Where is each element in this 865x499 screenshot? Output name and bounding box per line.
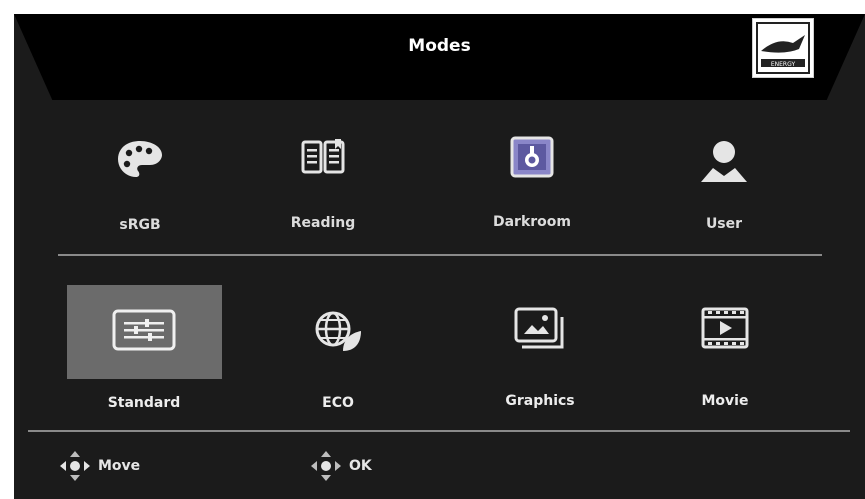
mode-label: User	[705, 216, 743, 232]
mode-user[interactable]: User	[644, 138, 804, 248]
svg-text:ENERGY: ENERGY	[771, 61, 796, 68]
mode-label: Movie	[701, 393, 749, 409]
mode-reading[interactable]: Reading	[243, 137, 403, 247]
book-icon	[300, 137, 346, 181]
mode-srgb[interactable]: sRGB	[60, 139, 220, 249]
move-label: Move	[98, 458, 141, 474]
picture-icon	[514, 307, 566, 355]
darkroom-icon	[510, 136, 554, 182]
mode-darkroom[interactable]: Darkroom	[452, 136, 612, 246]
mode-label: sRGB	[119, 217, 161, 233]
mode-movie[interactable]: Movie	[645, 307, 805, 417]
mode-standard[interactable]: Standard	[64, 309, 224, 419]
header-bar	[14, 14, 865, 100]
palette-icon	[116, 139, 164, 183]
sliders-icon	[112, 309, 176, 355]
mode-eco[interactable]: ECO	[258, 309, 418, 419]
osd-menu: Modes ENERGY sRGB Reading Darkroom User …	[14, 14, 865, 499]
mode-graphics[interactable]: Graphics	[460, 307, 620, 417]
mode-label: Standard	[107, 395, 181, 411]
user-icon	[699, 138, 749, 188]
eco-globe-icon	[313, 309, 363, 357]
film-icon	[701, 307, 749, 353]
ok-hint: OK	[311, 451, 372, 481]
mode-label: Reading	[290, 215, 356, 231]
move-hint: Move	[60, 451, 140, 481]
energy-star-icon: ENERGY	[752, 18, 814, 78]
separator-line	[58, 254, 822, 256]
mode-label: ECO	[322, 395, 354, 411]
ok-label: OK	[349, 458, 372, 474]
page-title: Modes	[408, 36, 471, 56]
joystick-ok-icon	[311, 451, 341, 481]
mode-label: Graphics	[505, 393, 575, 409]
separator-line	[28, 430, 850, 432]
mode-label: Darkroom	[492, 214, 571, 230]
joystick-move-icon	[60, 451, 90, 481]
